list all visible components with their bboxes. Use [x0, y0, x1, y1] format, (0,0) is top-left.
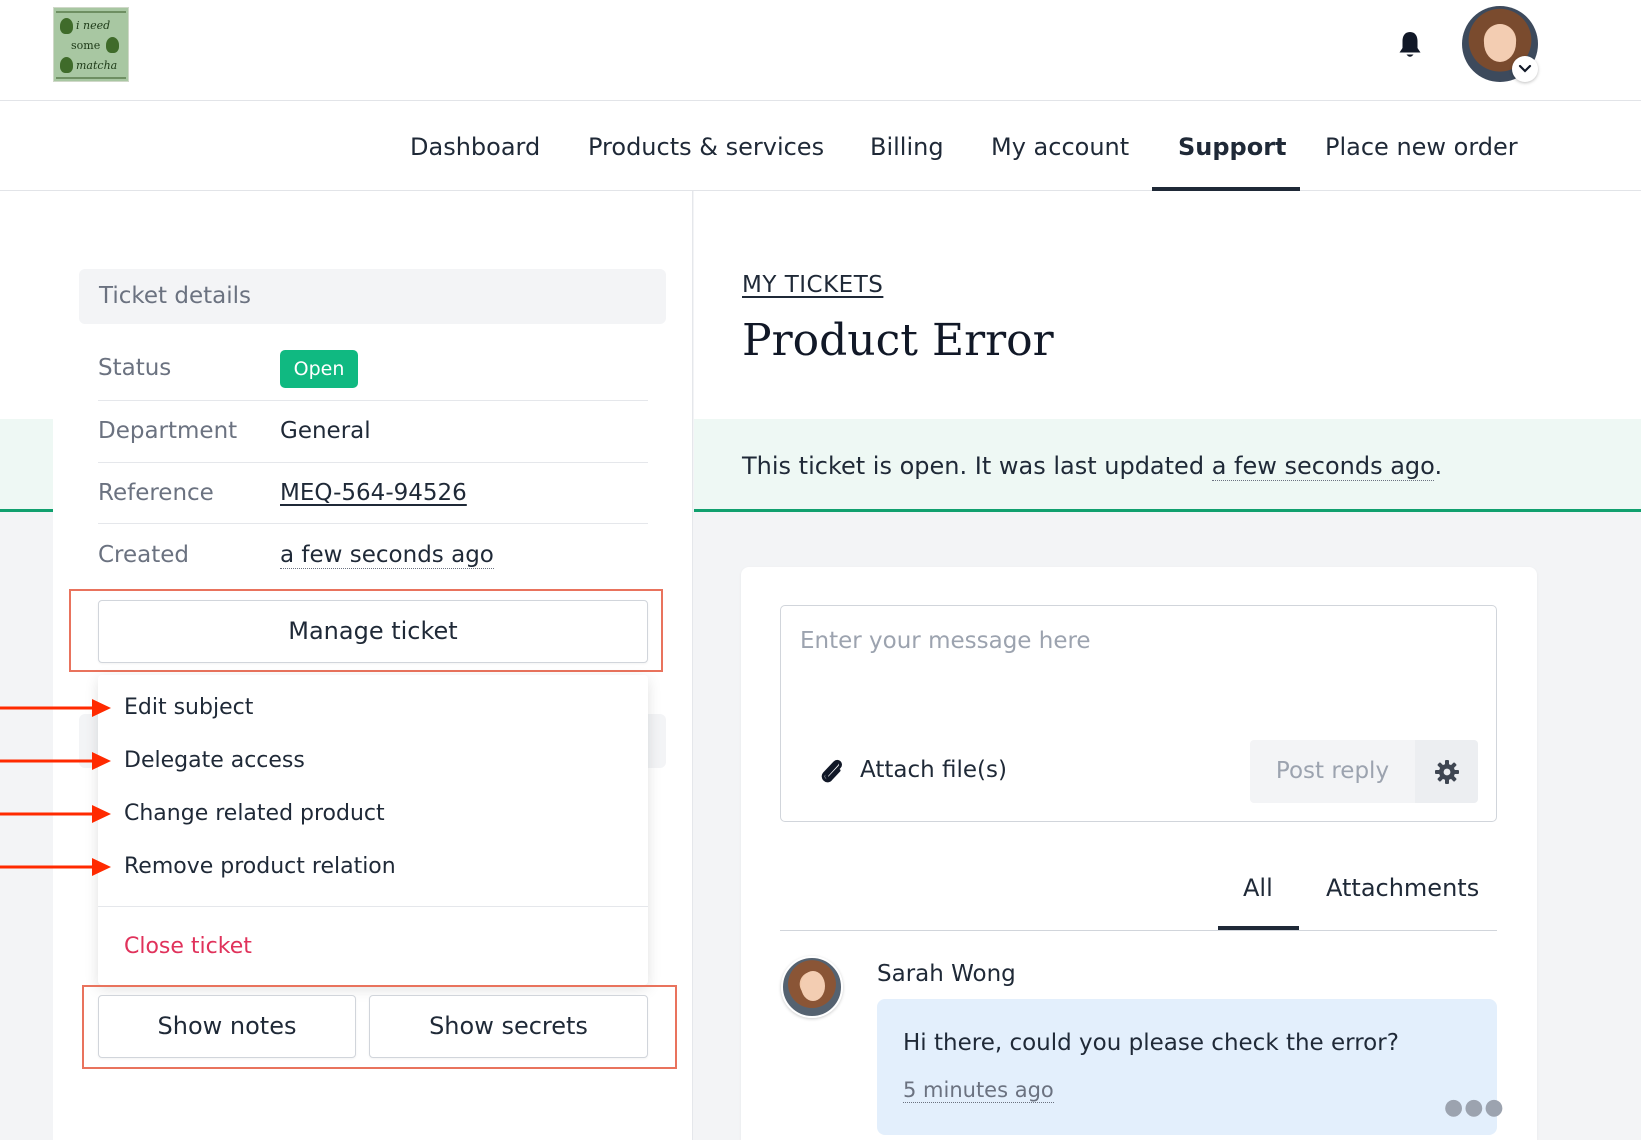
nav-place-new-order[interactable]: Place new order: [1325, 101, 1518, 191]
annotation-arrow-icon: [0, 752, 111, 770]
menu-close-ticket[interactable]: Close ticket: [124, 934, 252, 959]
attach-files-button[interactable]: Attach file(s): [860, 757, 1007, 783]
annotation-arrow-icon: [0, 858, 111, 876]
show-notes-button[interactable]: Show notes: [98, 995, 356, 1058]
message-text: Hi there, could you please check the err…: [903, 1030, 1399, 1056]
tab-active-indicator: [1218, 926, 1299, 930]
banner-prefix: This ticket is open. It was last updated: [742, 452, 1212, 480]
divider: [98, 400, 648, 401]
nav-support[interactable]: Support: [1178, 101, 1287, 191]
message-timestamp: 5 minutes ago: [903, 1078, 1054, 1103]
ticket-details-heading: Ticket details: [79, 269, 666, 324]
more-options-icon[interactable]: ●●●: [1444, 1095, 1505, 1120]
logo-text-1: i need: [76, 19, 111, 32]
menu-divider: [98, 906, 648, 907]
post-reply-button[interactable]: Post reply: [1250, 740, 1415, 803]
ticket-title-area: [694, 191, 1641, 419]
status-banner-text: This ticket is open. It was last updated…: [742, 452, 1443, 481]
tabs-divider: [780, 930, 1497, 931]
show-secrets-button[interactable]: Show secrets: [369, 995, 648, 1058]
banner-updated-time: a few seconds ago: [1211, 452, 1435, 481]
nav-billing[interactable]: Billing: [870, 101, 944, 191]
page-title: Product Error: [742, 315, 1054, 366]
tab-all[interactable]: All: [1243, 874, 1273, 902]
chevron-down-icon[interactable]: [1512, 56, 1538, 82]
message-bubble: [877, 999, 1497, 1135]
top-header: [0, 0, 1641, 101]
left-gutter-banner: [0, 419, 53, 512]
paperclip-icon[interactable]: [818, 756, 844, 786]
brand-logo[interactable]: i need some matcha: [53, 7, 129, 82]
bell-icon[interactable]: [1398, 30, 1422, 60]
nav-dashboard[interactable]: Dashboard: [410, 101, 540, 191]
status-label: Status: [98, 355, 172, 381]
annotation-arrow-icon: [0, 699, 111, 717]
annotation-arrow-icon: [0, 805, 111, 823]
reference-label: Reference: [98, 480, 214, 506]
menu-edit-subject[interactable]: Edit subject: [124, 695, 253, 720]
tab-attachments[interactable]: Attachments: [1326, 874, 1479, 902]
divider: [98, 462, 648, 463]
department-label: Department: [98, 418, 238, 444]
left-gutter: [0, 191, 53, 419]
created-label: Created: [98, 542, 190, 568]
divider: [98, 523, 648, 524]
nav-my-account[interactable]: My account: [991, 101, 1129, 191]
department-value: General: [280, 418, 371, 444]
breadcrumb-my-tickets[interactable]: MY TICKETS: [742, 272, 883, 298]
menu-remove-product-relation[interactable]: Remove product relation: [124, 854, 396, 879]
manage-ticket-button[interactable]: Manage ticket: [98, 600, 648, 663]
menu-change-related-product[interactable]: Change related product: [124, 801, 385, 826]
menu-delegate-access[interactable]: Delegate access: [124, 748, 305, 773]
gear-icon[interactable]: [1415, 740, 1478, 803]
message-placeholder: Enter your message here: [800, 628, 1091, 654]
created-value: a few seconds ago: [280, 542, 494, 569]
logo-text-3: matcha: [76, 59, 118, 72]
nav-products-services[interactable]: Products & services: [588, 101, 824, 191]
message-author-name: Sarah Wong: [877, 961, 1016, 987]
message-author-avatar: [781, 956, 843, 1018]
status-badge: Open: [280, 350, 358, 388]
reference-link[interactable]: MEQ-564-94526: [280, 480, 467, 506]
banner-suffix: .: [1434, 452, 1443, 480]
logo-text-2: some: [71, 39, 101, 52]
